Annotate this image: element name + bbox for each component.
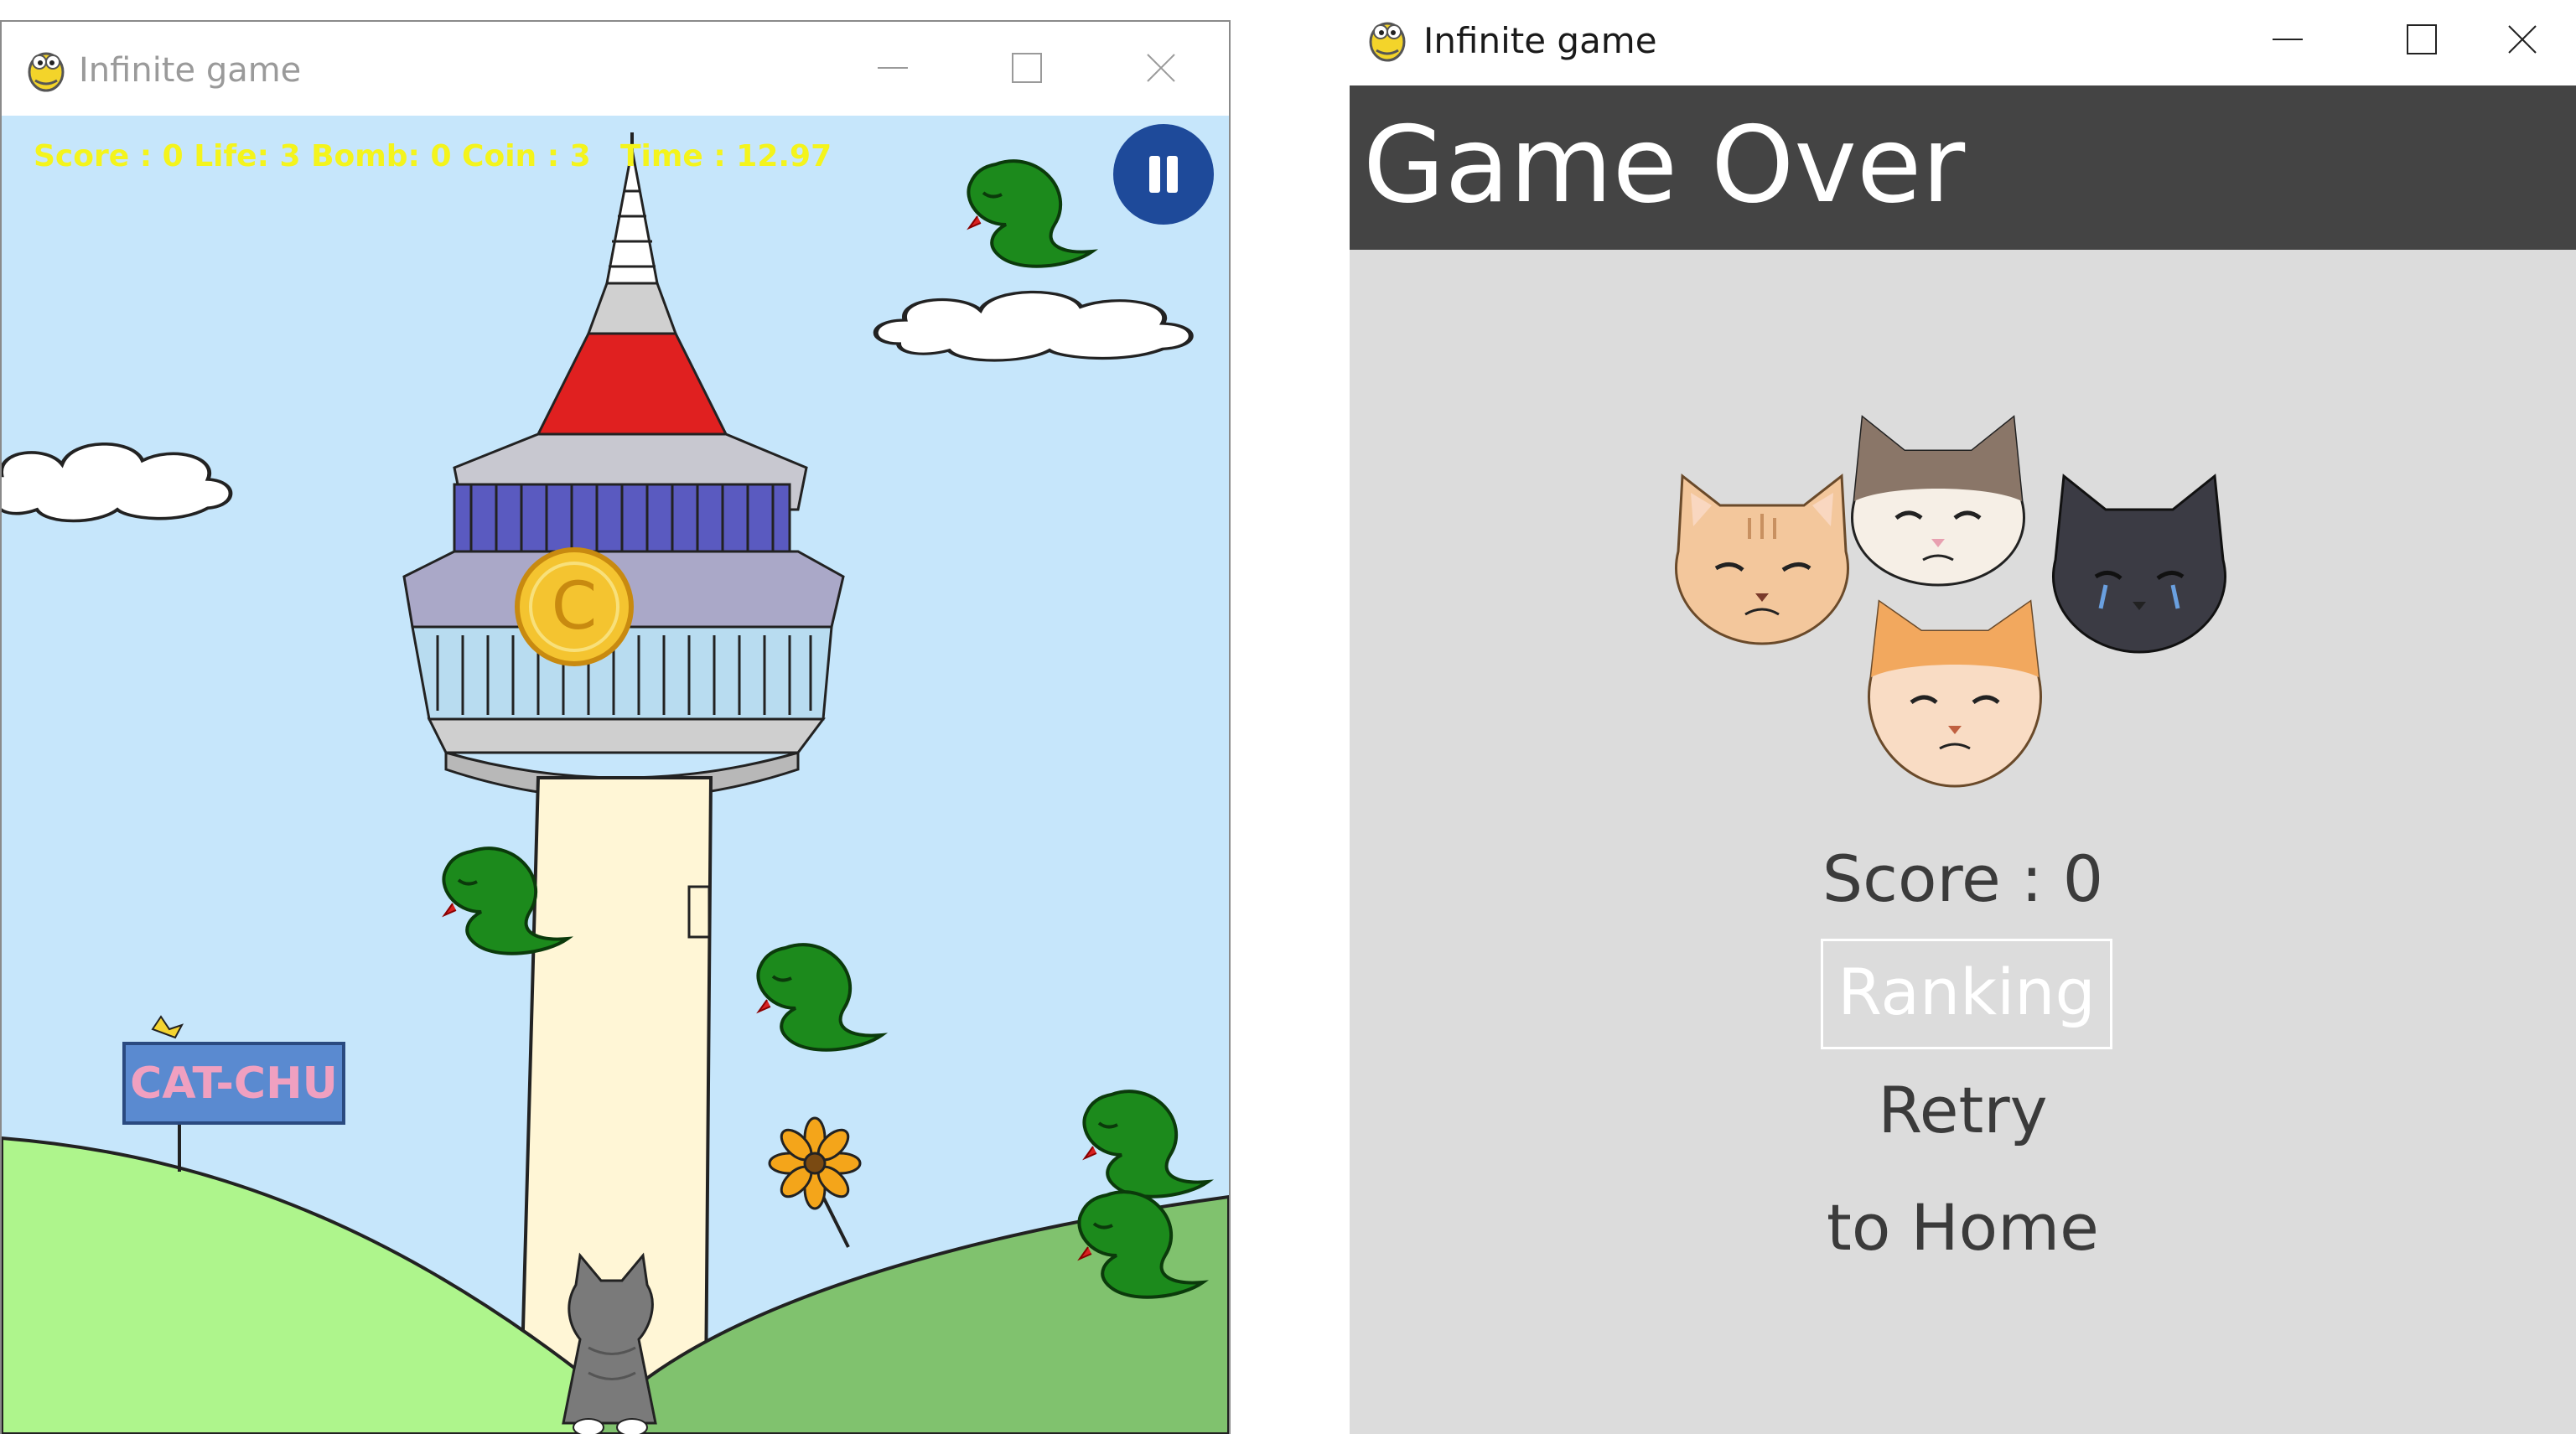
game-over-window: Infinite game Game Over Score: 0 Rankin… — [1345, 0, 2576, 1434]
close-button[interactable] — [2485, 10, 2560, 69]
hud-time: Time : 12.97 — [620, 139, 832, 173]
python-app-icon — [1369, 22, 1406, 62]
coin-letter: C — [552, 569, 597, 645]
cat-face-calico — [1851, 415, 2025, 587]
python-app-icon — [28, 52, 65, 92]
game-over-header: Game Over — [1350, 85, 2576, 250]
window-title: Infinite game — [1423, 20, 1657, 61]
final-score: Score : 0 — [1822, 841, 2104, 916]
maximize-icon — [2407, 24, 2437, 54]
minimize-button[interactable] — [2250, 10, 2325, 69]
ranking-label: Ranking — [1837, 955, 2096, 1029]
close-icon — [2508, 25, 2537, 54]
retry-button[interactable]: Retry — [1350, 1073, 2576, 1147]
title-bar[interactable]: Infinite game — [2, 22, 1229, 116]
game-over-panel: Score : 0 Ranking Retry to Home — [1350, 250, 2576, 1434]
game-canvas[interactable]: C CAT-CHU Score: 0 Life: 3 Bomb: 0 Coin… — [2, 116, 1229, 1434]
pause-button[interactable] — [1113, 124, 1214, 225]
cat-face-black — [2052, 474, 2226, 654]
game-window: Infinite game C CAT-CHU Score: 0 Life: … — [0, 20, 1231, 1434]
cat-face-ginger — [1868, 599, 2042, 788]
minimize-icon — [2273, 39, 2303, 40]
maximize-button[interactable] — [989, 39, 1065, 97]
hud-stats: Score : 0 Life: 3 Bomb: 0 Coin : 3 — [34, 139, 591, 173]
cat-face-orange — [1675, 474, 1849, 645]
minimize-icon — [878, 67, 908, 69]
cloud-right — [876, 292, 1191, 360]
sad-cats-illustration — [1675, 415, 2226, 788]
home-button[interactable]: to Home — [1350, 1190, 2576, 1265]
minimize-button[interactable] — [855, 39, 930, 97]
maximize-button[interactable] — [2384, 10, 2459, 69]
close-button[interactable] — [1123, 39, 1199, 97]
game-scene: C CAT-CHU — [2, 116, 1229, 1434]
maximize-icon — [1012, 53, 1042, 83]
window-title: Infinite game — [79, 51, 302, 90]
coin: C — [515, 547, 634, 666]
ranking-button[interactable]: Ranking — [1821, 939, 2112, 1049]
title-bar[interactable]: Infinite game — [1345, 0, 2576, 85]
game-over-title: Game Over — [1363, 103, 1966, 226]
sign-text: CAT-CHU — [130, 1059, 338, 1109]
close-icon — [1147, 54, 1175, 82]
